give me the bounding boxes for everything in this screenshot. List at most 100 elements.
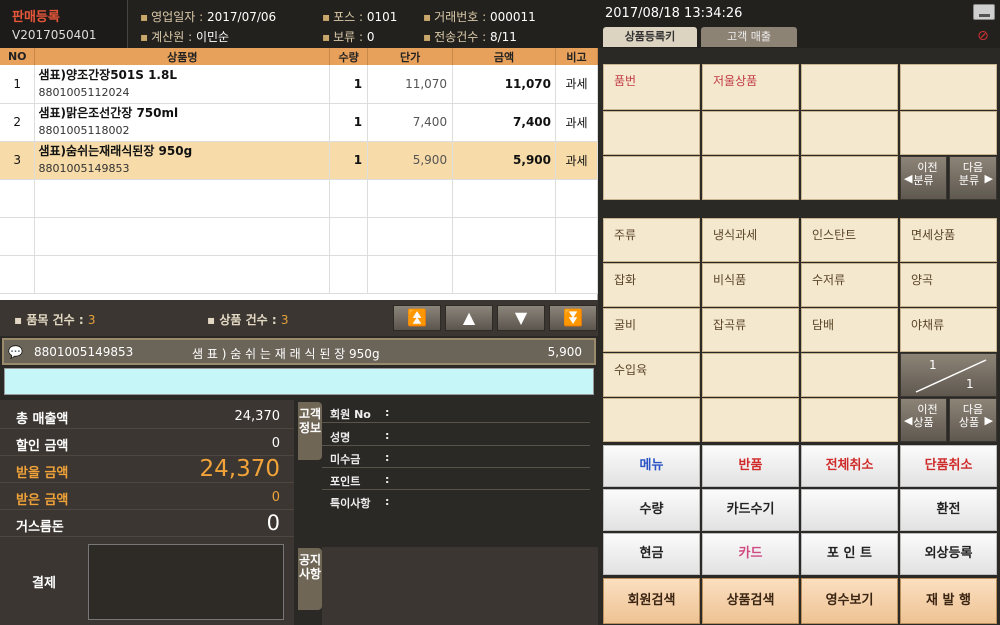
key-empty[interactable] <box>702 111 799 155</box>
app-logo: 판매등록 V2017050401 <box>0 0 128 48</box>
notice-panel <box>322 547 598 625</box>
cash-button[interactable]: 현금 <box>603 533 700 575</box>
key-empty[interactable] <box>801 64 898 110</box>
key-empty[interactable] <box>801 398 898 442</box>
page-slash-icon <box>915 359 987 393</box>
key-category-frozen[interactable]: 냉식과세 <box>702 218 799 262</box>
table-row-selected[interactable]: 3 샘표)숨쉬는재래식된장 950g 8801005149853 1 5,900 … <box>0 141 598 180</box>
next-product-button[interactable]: 다음 상품 ▶ <box>949 398 997 442</box>
quantity-button[interactable]: 수량 <box>603 489 700 531</box>
key-category-instant[interactable]: 인스탄트 <box>801 218 898 262</box>
credit-register-button[interactable]: 외상등록 <box>900 533 997 575</box>
totals-panel: 총 매출액 24,370 할인 금액 0 받을 금액 24,370 받은 금액 0 거스… <box>0 400 294 545</box>
manual-card-button[interactable]: 카드수기 <box>702 489 799 531</box>
key-category-sundries[interactable]: 잡화 <box>603 263 700 307</box>
scanned-item-bar: 💬 8801005149853 샘 표 ) 숨 쉬 는 재 래 식 된 장 95… <box>2 338 596 365</box>
key-empty[interactable] <box>900 111 997 155</box>
key-scale-product[interactable]: 저울상품 <box>702 64 799 110</box>
datetime-panel: 2017/08/18 13:34:26 상품등록키 고객 매출 <box>600 0 1000 48</box>
payment-label: 결제 <box>32 576 56 591</box>
hold-count: ▪ 보류 : 0 <box>322 30 375 44</box>
col-price: 단가 <box>367 48 454 65</box>
table-row-empty[interactable] <box>0 255 598 294</box>
receivable-field: 미수금: <box>330 451 390 466</box>
goods-count: ▪ 상품 건수 : 3 <box>207 313 289 327</box>
table-row[interactable]: 1 샘표)양조간장501S 1.8L 8801005112024 1 11,070… <box>0 65 598 104</box>
amount-due-row: 받을 금액 24,370 <box>0 456 294 483</box>
cancel-item-button[interactable]: 단품취소 <box>900 445 997 487</box>
business-date: ▪ 영업일자 : 2017/07/06 <box>140 10 277 24</box>
key-category-imported-meat[interactable]: 수입육 <box>603 353 700 397</box>
table-row-empty[interactable] <box>0 179 598 218</box>
minimize-button[interactable] <box>973 4 995 20</box>
cashier: ▪ 계산원 : 이민순 <box>140 30 230 44</box>
cancel-all-button[interactable]: 전체취소 <box>801 445 898 487</box>
scroll-top-button[interactable]: ⏫ <box>393 305 441 331</box>
key-item-code[interactable]: 품번 <box>603 64 700 110</box>
tab-customer-sales[interactable]: 고객 매출 <box>701 27 797 47</box>
chevron-left-icon: ◀ <box>904 414 913 427</box>
page-indicator: 1 1 <box>900 353 997 397</box>
count-bar: ▪ 품목 건수 : 3 ▪ 상품 건수 : 3 ⏫ ▲ ▼ ⏬ <box>0 300 598 336</box>
table-row-empty[interactable] <box>0 217 598 256</box>
key-category-liquor[interactable]: 주류 <box>603 218 700 262</box>
col-qty: 수량 <box>329 48 369 65</box>
total-sales-row: 총 매출액 24,370 <box>0 402 294 429</box>
exchange-button[interactable]: 환전 <box>900 489 997 531</box>
key-empty[interactable] <box>603 111 700 155</box>
customer-info-tab[interactable]: 고객정보 <box>298 402 322 460</box>
scroll-down-button[interactable]: ▼ <box>497 305 545 331</box>
key-empty[interactable] <box>702 398 799 442</box>
col-amount: 금액 <box>452 48 556 65</box>
received-row: 받은 금액 0 <box>0 483 294 510</box>
barcode-input[interactable] <box>4 368 594 395</box>
key-category-nonfood[interactable]: 비식품 <box>702 263 799 307</box>
col-note: 비고 <box>555 48 598 65</box>
key-category-grain[interactable]: 양곡 <box>900 263 997 307</box>
scroll-up-button[interactable]: ▲ <box>445 305 493 331</box>
menu-button[interactable]: 메뉴 <box>603 445 700 487</box>
key-category-mixed-grain[interactable]: 잡곡류 <box>702 308 799 352</box>
key-category-vegetables[interactable]: 야채류 <box>900 308 997 352</box>
key-empty[interactable] <box>801 353 898 397</box>
view-receipt-button[interactable]: 영수보기 <box>801 578 898 624</box>
notice-tab[interactable]: 공지사항 <box>298 548 322 610</box>
col-no: NO <box>0 48 36 65</box>
reissue-button[interactable]: 재 발 행 <box>900 578 997 624</box>
card-button[interactable]: 카드 <box>702 533 799 575</box>
item-count: ▪ 품목 건수 : 3 <box>14 313 96 327</box>
key-empty[interactable] <box>603 156 700 200</box>
member-search-button[interactable]: 회원검색 <box>603 578 700 624</box>
prev-category-button[interactable]: ◀ 이전 분류 <box>900 156 947 200</box>
table-row[interactable]: 2 샘표)맑은조선간장 750ml 8801005118002 1 7,400 7… <box>0 103 598 142</box>
sales-grid: NO 상품명 수량 단가 금액 비고 1 샘표)양조간장501S 1.8L 880… <box>0 48 598 300</box>
blank-button[interactable] <box>801 489 898 531</box>
key-category-taxfree[interactable]: 면세상품 <box>900 218 997 262</box>
key-empty[interactable] <box>801 156 898 200</box>
next-category-button[interactable]: 다음 분류 ▶ <box>949 156 997 200</box>
product-search-button[interactable]: 상품검색 <box>702 578 799 624</box>
key-empty[interactable] <box>603 398 700 442</box>
key-category-croaker[interactable]: 굴비 <box>603 308 700 352</box>
key-empty[interactable] <box>801 111 898 155</box>
scroll-bottom-button[interactable]: ⏬ <box>549 305 597 331</box>
return-button[interactable]: 반품 <box>702 445 799 487</box>
key-category-cutlery[interactable]: 수저류 <box>801 263 898 307</box>
prev-product-button[interactable]: ◀ 이전 상품 <box>900 398 947 442</box>
points-button[interactable]: 포 인 트 <box>801 533 898 575</box>
no-print-icon[interactable]: ⊘ <box>970 26 996 46</box>
chevron-right-icon: ▶ <box>984 172 993 185</box>
app-version: V2017050401 <box>12 28 97 42</box>
tab-product-keys[interactable]: 상품등록키 <box>603 27 697 47</box>
chevron-left-icon: ◀ <box>904 172 913 185</box>
datetime: 2017/08/18 13:34:26 <box>605 6 743 21</box>
key-empty[interactable] <box>702 156 799 200</box>
page-current: 1 <box>929 358 937 372</box>
pos-number: ▪ 포스 : 0101 <box>322 10 398 24</box>
key-empty[interactable] <box>702 353 799 397</box>
key-category-tobacco[interactable]: 담배 <box>801 308 898 352</box>
col-name: 상품명 <box>34 48 331 65</box>
app-title: 판매등록 <box>12 10 60 25</box>
scan-name: 샘 표 ) 숨 쉬 는 재 래 식 된 장 950g <box>192 347 380 361</box>
key-empty[interactable] <box>900 64 997 110</box>
